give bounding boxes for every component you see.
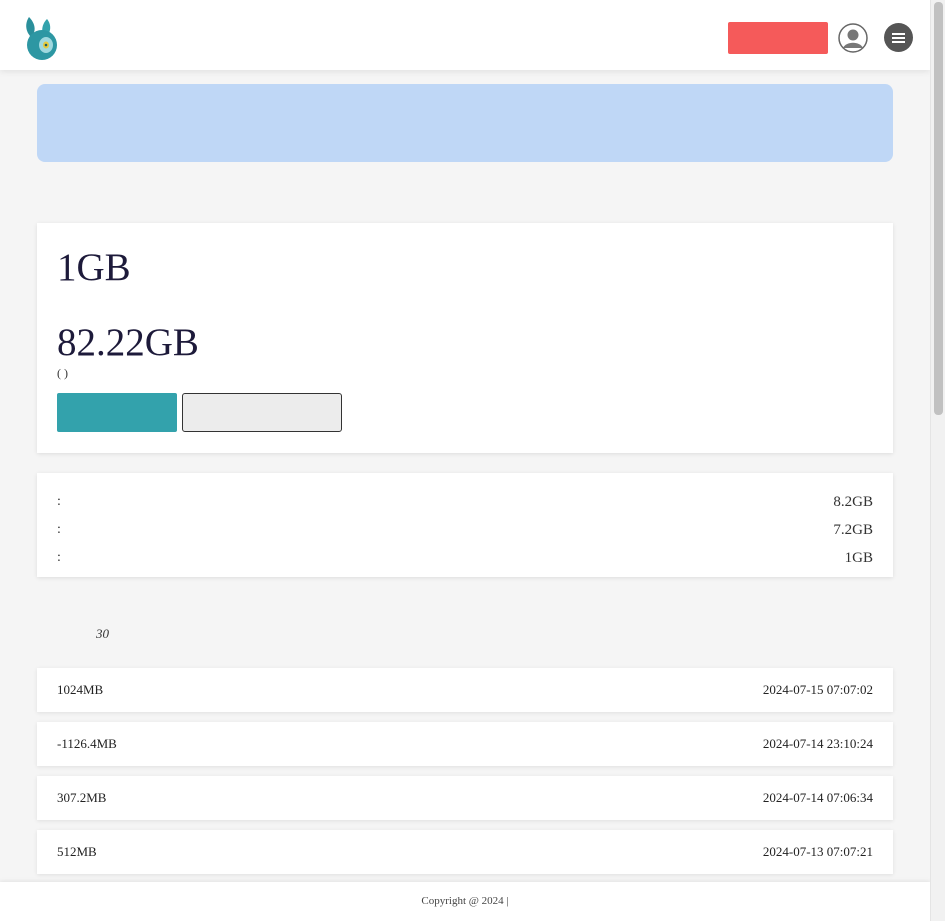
- scrollbar-thumb[interactable]: [934, 2, 943, 415]
- stat-label: :: [57, 494, 61, 509]
- record-amount: 307.2MB: [57, 790, 107, 805]
- top-header: [0, 0, 930, 70]
- stat-row: : 8.2GB: [57, 494, 873, 514]
- record-time: 2024-07-13 07:07:21: [762, 844, 873, 859]
- traffic-stats-card: : 8.2GB : 7.2GB : 1GB: [37, 473, 893, 577]
- hamburger-menu-icon[interactable]: [884, 23, 913, 52]
- secondary-action-button[interactable]: [182, 393, 342, 432]
- stat-value: 1GB: [844, 550, 873, 566]
- record-amount: -1126.4MB: [57, 736, 117, 751]
- primary-action-button[interactable]: [57, 393, 177, 432]
- history-subtitle: 30: [96, 626, 109, 642]
- notice-banner: [37, 84, 893, 162]
- history-record: 307.2MB 2024-07-14 07:06:34: [37, 776, 893, 820]
- stat-row: : 1GB: [57, 550, 873, 570]
- record-amount: 1024MB: [57, 682, 104, 697]
- daily-traffic-value: 1GB: [57, 246, 131, 289]
- record-time: 2024-07-14 23:10:24: [762, 736, 873, 751]
- page: 1GB 82.22GB ( ) : 8.2GB : 7.2GB : 1GB 30…: [0, 0, 945, 921]
- record-time: 2024-07-14 07:06:34: [762, 790, 873, 805]
- stat-value: 8.2GB: [833, 494, 873, 510]
- history-record: 512MB 2024-07-13 07:07:21: [37, 830, 893, 874]
- remaining-traffic-value: 82.22GB: [57, 321, 199, 364]
- remaining-traffic-label: ( ): [57, 366, 68, 380]
- stat-label: :: [57, 550, 61, 565]
- user-avatar-icon[interactable]: [838, 23, 868, 53]
- app-logo-icon[interactable]: [21, 15, 61, 61]
- footer-copyright: Copyright @ 2024 |: [0, 882, 930, 921]
- page-scrollbar[interactable]: [930, 0, 945, 921]
- history-record: -1126.4MB 2024-07-14 23:10:24: [37, 722, 893, 766]
- record-time: 2024-07-15 07:07:02: [762, 682, 873, 697]
- stat-row: : 7.2GB: [57, 522, 873, 542]
- stat-value: 7.2GB: [833, 522, 873, 538]
- traffic-summary-card: 1GB 82.22GB ( ): [37, 223, 893, 453]
- stat-label: :: [57, 522, 61, 537]
- header-action-button[interactable]: [728, 22, 828, 54]
- record-amount: 512MB: [57, 844, 97, 859]
- history-subtitle-days: 30: [96, 626, 109, 641]
- history-record: 1024MB 2024-07-15 07:07:02: [37, 668, 893, 712]
